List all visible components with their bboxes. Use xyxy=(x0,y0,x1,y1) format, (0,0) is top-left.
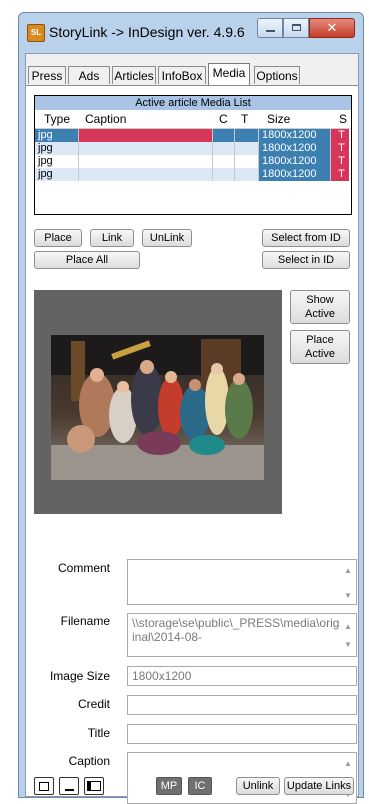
credit-field[interactable] xyxy=(127,695,357,715)
scroll-down-icon: ▼ xyxy=(344,591,352,600)
media-list[interactable]: Active article Media List Type Caption C… xyxy=(34,95,352,215)
tab-press[interactable]: Press xyxy=(28,66,66,84)
cell-c xyxy=(213,155,235,168)
cell-caption xyxy=(79,168,213,181)
cell-t xyxy=(235,155,259,168)
maximize-icon xyxy=(292,24,301,31)
window-title: StoryLink -> InDesign ver. 4.9.6 xyxy=(49,24,245,40)
tab-ads[interactable]: Ads xyxy=(68,66,110,84)
place-all-button[interactable]: Place All xyxy=(34,251,140,269)
minimize-button[interactable] xyxy=(257,18,283,38)
filename-value: \\storage\se\public\_PRESS\media\origina… xyxy=(132,616,340,644)
comment-scrollbar[interactable]: ▲ ▼ xyxy=(342,560,354,604)
close-icon: ✕ xyxy=(326,20,338,35)
layout-split-button[interactable] xyxy=(84,777,104,795)
title-field[interactable] xyxy=(127,724,357,744)
cell-t xyxy=(235,168,259,181)
media-panel: Active article Media List Type Caption C… xyxy=(26,86,358,804)
cell-c xyxy=(213,168,235,181)
place-active-button[interactable]: Place Active xyxy=(290,330,350,364)
storylink-app-icon: SL xyxy=(27,24,45,42)
minimize-bar-icon xyxy=(64,789,74,791)
layout-minimize-button[interactable] xyxy=(59,777,79,795)
preview-photo xyxy=(51,335,264,480)
column-type[interactable]: Type xyxy=(44,110,70,128)
cell-c xyxy=(213,142,235,155)
table-row[interactable]: jpg 1800x1200 T xyxy=(35,168,351,181)
filename-field[interactable]: \\storage\se\public\_PRESS\media\origina… xyxy=(127,613,357,657)
unlink-all-button[interactable]: Unlink xyxy=(236,777,280,795)
column-size[interactable]: Size xyxy=(267,110,290,128)
media-list-header: Active article Media List xyxy=(35,96,351,110)
select-from-id-button[interactable]: Select from ID xyxy=(262,229,350,247)
cell-t xyxy=(235,142,259,155)
cell-type: jpg xyxy=(35,129,79,142)
scroll-up-icon: ▲ xyxy=(344,759,352,768)
comment-label: Comment xyxy=(57,561,110,575)
column-t[interactable]: T xyxy=(241,110,248,128)
caption-label: Caption xyxy=(68,754,110,768)
cell-size: 1800x1200 xyxy=(259,168,331,181)
split-view-icon xyxy=(87,781,101,791)
show-active-button[interactable]: Show Active xyxy=(290,290,350,324)
window-icon xyxy=(39,782,49,791)
mp-toggle[interactable]: MP xyxy=(156,777,182,795)
scroll-down-icon: ▼ xyxy=(344,640,352,649)
cell-s: T xyxy=(331,155,349,168)
column-caption[interactable]: Caption xyxy=(85,110,126,128)
cell-s: T xyxy=(331,142,349,155)
cell-s: T xyxy=(331,129,349,142)
filename-scrollbar[interactable]: ▲ ▼ xyxy=(342,614,354,656)
cell-caption xyxy=(79,155,213,168)
image-preview xyxy=(34,290,282,514)
tab-media[interactable]: Media xyxy=(208,63,250,85)
tab-articles[interactable]: Articles xyxy=(112,66,156,84)
cell-size: 1800x1200 xyxy=(259,155,331,168)
image-size-field[interactable]: 1800x1200 xyxy=(127,666,357,686)
image-size-label: Image Size xyxy=(49,669,110,683)
link-button[interactable]: Link xyxy=(90,229,134,247)
layout-single-button[interactable] xyxy=(34,777,54,795)
table-row[interactable]: jpg 1800x1200 T xyxy=(35,129,351,142)
column-c[interactable]: C xyxy=(219,110,228,128)
minimize-icon xyxy=(266,30,275,32)
cell-type: jpg xyxy=(35,168,79,181)
cell-size: 1800x1200 xyxy=(259,142,331,155)
scroll-up-icon: ▲ xyxy=(344,622,352,631)
credit-label: Credit xyxy=(77,697,110,711)
cell-type: jpg xyxy=(35,155,79,168)
column-s[interactable]: S xyxy=(339,110,347,128)
update-links-button[interactable]: Update Links xyxy=(284,777,354,795)
media-list-columns: Type Caption C T Size S xyxy=(35,110,351,129)
cell-caption xyxy=(79,129,213,142)
place-button[interactable]: Place xyxy=(34,229,82,247)
select-in-id-button[interactable]: Select in ID xyxy=(262,251,350,269)
cell-type: jpg xyxy=(35,142,79,155)
cell-size: 1800x1200 xyxy=(259,129,331,142)
table-row[interactable]: jpg 1800x1200 T xyxy=(35,155,351,168)
scroll-up-icon: ▲ xyxy=(344,566,352,575)
tab-infobox[interactable]: InfoBox xyxy=(158,66,206,84)
cell-caption xyxy=(79,142,213,155)
title-label: Title xyxy=(87,726,110,740)
cell-s: T xyxy=(331,168,349,181)
comment-field[interactable]: ▲ ▼ xyxy=(127,559,357,605)
maximize-button[interactable] xyxy=(283,18,309,38)
app-window: SL StoryLink -> InDesign ver. 4.9.6 ✕ Pr… xyxy=(18,12,364,804)
tab-options[interactable]: Options xyxy=(254,66,300,84)
table-row[interactable]: jpg 1800x1200 T xyxy=(35,142,351,155)
ic-toggle[interactable]: IC xyxy=(188,777,212,795)
filename-label: Filename xyxy=(60,614,110,628)
cell-c xyxy=(213,129,235,142)
cell-t xyxy=(235,129,259,142)
client-area: Press Ads Articles InfoBox Media Options… xyxy=(25,53,359,804)
close-button[interactable]: ✕ xyxy=(309,18,355,38)
title-bar[interactable]: SL StoryLink -> InDesign ver. 4.9.6 ✕ xyxy=(19,13,363,51)
unlink-button[interactable]: UnLink xyxy=(142,229,192,247)
